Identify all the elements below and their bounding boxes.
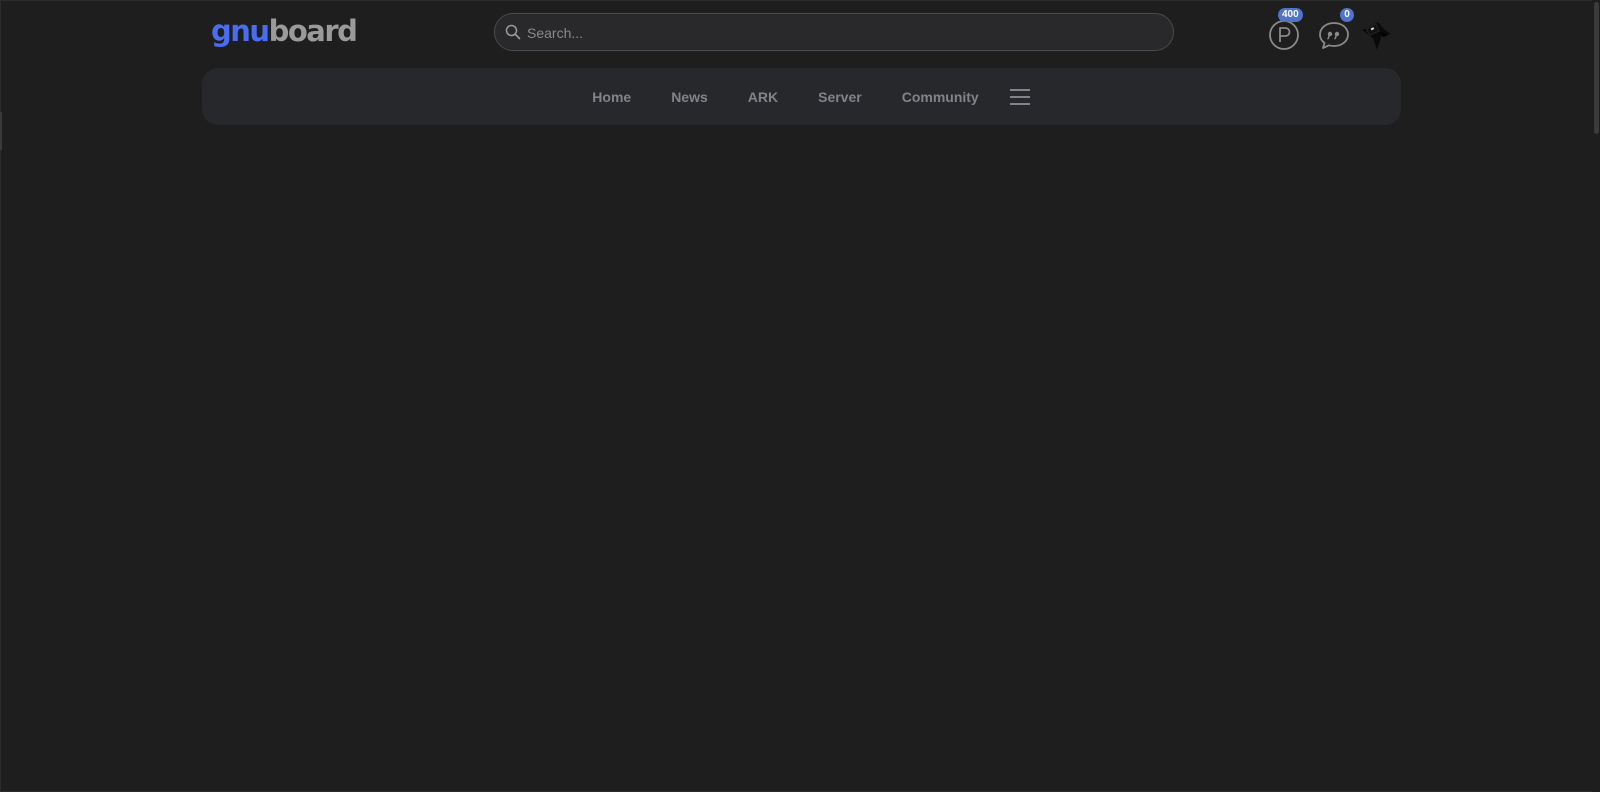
nav-item-ark[interactable]: ARK: [748, 89, 778, 105]
page: gnuboard 400 0: [0, 0, 1600, 792]
messages-button[interactable]: [1317, 19, 1351, 51]
search-input[interactable]: [525, 14, 1159, 52]
logo-text-gnu: gnu: [211, 14, 270, 48]
nav-items: Home News ARK Server Community: [202, 68, 1401, 125]
hamburger-menu-icon[interactable]: [1009, 88, 1031, 106]
nav-item-news[interactable]: News: [671, 89, 708, 105]
search-icon: [505, 24, 521, 40]
nav-item-server[interactable]: Server: [818, 89, 862, 105]
nav-item-community[interactable]: Community: [902, 89, 979, 105]
left-edge-handle: [0, 112, 2, 150]
user-avatar-icon: [1362, 22, 1391, 50]
vertical-scrollbar[interactable]: [1592, 0, 1600, 792]
nav-item-home[interactable]: Home: [592, 89, 631, 105]
search-bar[interactable]: [494, 13, 1174, 52]
chat-bubble-icon: [1319, 22, 1349, 49]
logo-text-board: board: [268, 14, 358, 48]
site-logo[interactable]: gnuboard: [211, 14, 358, 48]
points-count-badge: 400: [1278, 8, 1303, 22]
main-navigation: Home News ARK Server Community: [202, 68, 1401, 125]
scrollbar-thumb[interactable]: [1594, 2, 1599, 134]
user-avatar-button[interactable]: [1358, 20, 1392, 54]
points-button[interactable]: [1268, 19, 1300, 51]
messages-count-badge: 0: [1340, 8, 1354, 22]
point-p-icon: [1269, 20, 1299, 50]
